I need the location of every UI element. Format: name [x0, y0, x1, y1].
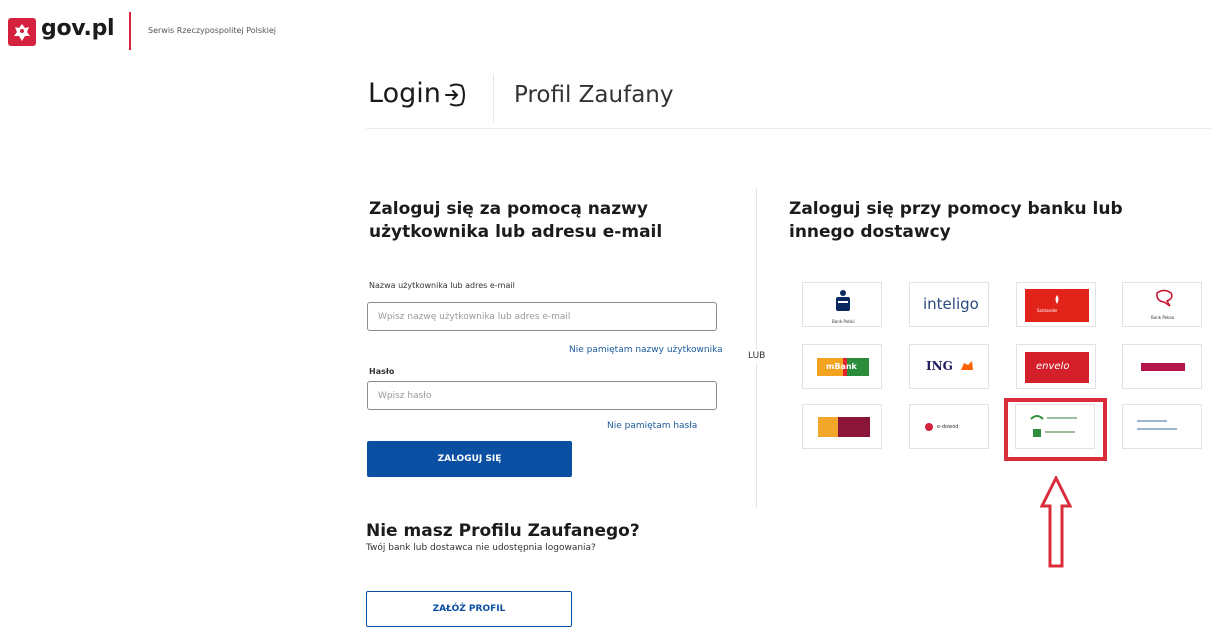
column-divider: [756, 188, 757, 508]
provider-tile-inteligo[interactable]: inteligo: [909, 282, 989, 327]
mbank-logo-icon: mBank: [817, 358, 869, 376]
password-input[interactable]: [367, 381, 717, 410]
gov-emblem-icon[interactable]: [8, 18, 36, 46]
login-button[interactable]: ZALOGUJ SIĘ: [367, 441, 572, 477]
edowod-caption: e-dowód: [937, 424, 959, 430]
edowod-logo-icon: [925, 423, 933, 431]
header-subtitle: Serwis Rzeczypospolitej Polskiej: [148, 26, 276, 35]
cooperative-bank-logo-icon: [1137, 420, 1177, 430]
inteligo-logo-text: inteligo: [923, 295, 979, 313]
provider-tile-mbank[interactable]: mBank: [802, 344, 882, 389]
santander-logo-icon: Santander: [1025, 289, 1089, 322]
no-profile-heading: Nie masz Profilu Zaufanego?: [366, 521, 640, 541]
santander-caption: Santander: [1037, 308, 1058, 313]
provider-tile-edowod[interactable]: e-dowód: [909, 404, 989, 449]
envelo-logo-icon: envelo: [1025, 352, 1089, 383]
provider-tile-envelo[interactable]: envelo: [1016, 344, 1096, 389]
username-login-heading: Zaloguj się za pomocą nazwy użytkownika …: [369, 199, 663, 242]
provider-tile-pko[interactable]: Bank Polski: [802, 282, 882, 327]
millennium-logo-icon: [1141, 363, 1185, 371]
header-underline: [366, 128, 1211, 129]
pko-logo-icon: [836, 290, 850, 311]
or-separator: LUB: [748, 349, 766, 363]
pekao-caption: Bank Pekao: [1151, 315, 1175, 320]
pekao-logo-icon: [1156, 289, 1173, 307]
header-divider: [129, 12, 131, 50]
forgot-password-link[interactable]: Nie pamiętam hasła: [607, 421, 697, 431]
highlight-box: [1004, 398, 1107, 461]
provider-tile-alior[interactable]: [802, 404, 882, 449]
mbank-caption: mBank: [826, 362, 857, 371]
bank-login-heading: Zaloguj się przy pomocy banku lub innego…: [789, 199, 1123, 242]
provider-tile-cooperative-bank[interactable]: [1122, 404, 1202, 449]
forgot-username-link[interactable]: Nie pamiętam nazwy użytkownika: [569, 345, 723, 355]
provider-tile-santander[interactable]: Santander: [1016, 282, 1096, 327]
ing-lion-icon: [961, 361, 973, 370]
gov-logo-text[interactable]: gov.pl: [41, 16, 115, 41]
ing-logo-text: ING: [926, 359, 953, 373]
provider-tile-pekao[interactable]: Bank Pekao: [1122, 282, 1202, 327]
page-title-login: Login: [368, 78, 441, 109]
password-label: Hasło: [369, 367, 395, 376]
login-door-icon: [445, 83, 465, 107]
profile-zaufany-title: Profil Zaufany: [514, 82, 674, 108]
provider-tile-millennium[interactable]: [1122, 344, 1202, 389]
pko-caption: Bank Polski: [832, 319, 855, 324]
envelo-caption: envelo: [1036, 361, 1070, 372]
username-label: Nazwa użytkownika lub adres e-mail: [369, 281, 515, 290]
no-profile-subtext: Twój bank lub dostawca nie udostępnia lo…: [366, 543, 596, 553]
provider-tile-ing[interactable]: ING: [909, 344, 989, 389]
tab-divider: [493, 74, 494, 122]
alior-logo-icon: [818, 417, 870, 437]
username-input[interactable]: [367, 302, 717, 331]
up-arrow-icon: [1040, 476, 1072, 568]
